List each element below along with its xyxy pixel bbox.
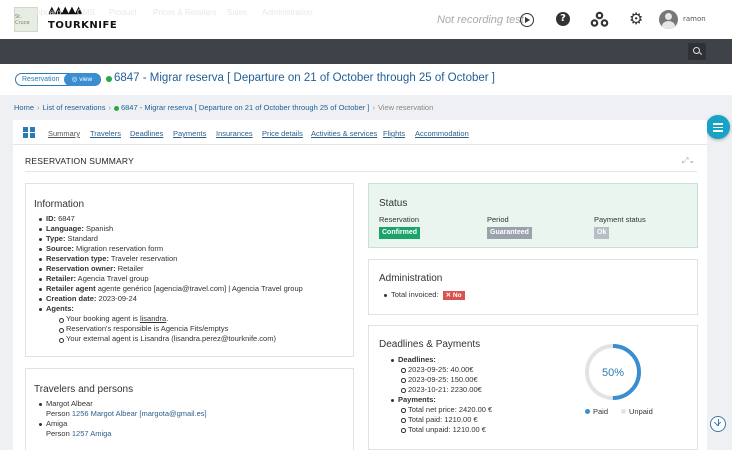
travelers-title: Travelers and persons [34, 384, 134, 395]
search-icon[interactable] [688, 43, 706, 60]
deadlines-label: Deadlines: [391, 355, 436, 364]
administration-title: Administration [379, 273, 443, 284]
booking-agent-link[interactable]: lisandra [140, 314, 166, 323]
info-row-agents: Agents: [39, 304, 303, 314]
main-nav [0, 39, 732, 64]
status-badge-confirmed: Confirmed [379, 227, 420, 239]
info-row-reservation-type: Reservation type: Traveler reservation [39, 254, 303, 264]
information-list: ID: 6847 Language: Spanish Type: Standar… [39, 214, 303, 344]
traveler-name: Margot Albear [39, 399, 93, 408]
status-badge-ok: Ok [594, 227, 610, 239]
information-title: Information [34, 199, 85, 210]
help-icon[interactable]: ? [556, 12, 570, 26]
view-toggle-button[interactable]: ◎ view [64, 73, 100, 86]
breadcrumb-home[interactable]: Home [14, 103, 34, 112]
info-row-reservation-owner: Reservation owner: Retailer [39, 264, 303, 274]
legend-paid-swatch [585, 409, 590, 414]
tab-accommodation[interactable]: Accommodation [415, 129, 469, 138]
donut-percent-label: 50% [602, 367, 624, 379]
reservation-pill-label: Reservation [22, 76, 60, 83]
tab-insurances[interactable]: Insurances [216, 129, 253, 138]
nav-cms[interactable]: CMS [77, 8, 95, 17]
info-row-type: Type: Standard [39, 234, 303, 244]
payment-donut-chart: 50% [585, 344, 641, 400]
reservation-pill: Reservation ◎ view [15, 73, 101, 86]
play-icon[interactable] [520, 13, 534, 27]
traveler-person: Person 1256 Margot Albear [margota@gmail… [46, 409, 207, 418]
tab-flights[interactable]: Flights [383, 129, 405, 138]
breadcrumb-status-dot [113, 105, 119, 111]
username[interactable]: ramon [683, 15, 706, 23]
tab-summary[interactable]: Summary [48, 129, 80, 138]
nav-dashboard[interactable]: Dashboard [22, 8, 61, 17]
status-title: Status [379, 198, 408, 209]
status-dot [106, 76, 112, 82]
menu-icon[interactable] [706, 115, 730, 139]
info-row-id: ID: 6847 [39, 214, 303, 224]
breadcrumb-reservation[interactable]: 6847 - Migrar reserva [ Departure on 21 … [121, 103, 369, 112]
brand-wordmark: TOURKNIFE [48, 20, 118, 31]
administration-panel [368, 259, 698, 315]
info-row-source: Source: Migration reservation form [39, 244, 303, 254]
scroll-down-icon[interactable] [710, 416, 726, 432]
section-title: RESERVATION SUMMARY [25, 156, 134, 166]
traveler-name: Amiga [38, 419, 68, 428]
nav-administration[interactable]: Administration [262, 8, 313, 17]
avatar[interactable] [659, 10, 678, 29]
legend-unpaid-label: Unpaid [629, 407, 653, 416]
gear-icon[interactable]: ⚙ [629, 11, 645, 27]
payment-item: Total paid: 1210.00 € [401, 415, 478, 424]
person-link[interactable]: 1256 Margot Albear [margota@gmail.es] [72, 409, 207, 418]
expand-collapse-icon[interactable]: ⤢⌄ [682, 156, 695, 166]
page-title: 6847 - Migrar reserva [ Departure on 21 … [114, 72, 495, 84]
person-link[interactable]: 1257 Amiga [72, 429, 112, 438]
agent-responsible: Reservation's responsible is Agencia Fit… [46, 324, 303, 334]
tab-activities-services[interactable]: Activities & services [311, 129, 377, 138]
status-badge-guaranteed: Guaranteed [487, 227, 532, 239]
payment-item: Total unpaid: 1210.00 € [401, 425, 486, 434]
tab-payments[interactable]: Payments [173, 129, 206, 138]
breadcrumb-list[interactable]: List of reservations [43, 103, 106, 112]
divider [25, 171, 697, 172]
nav-sales[interactable]: Sales [227, 8, 247, 17]
agent-booking: Your booking agent is lisandra. [46, 314, 303, 324]
deadlines-title: Deadlines & Payments [379, 339, 481, 350]
deadline-item: 2023-09-25: 40.00€ [400, 365, 474, 374]
breadcrumb: Home › List of reservations › 6847 - Migrar … [14, 103, 434, 112]
info-row-retailer-agent: Retailer agent agente genérico [agencia@… [39, 284, 303, 293]
organization-icon[interactable] [590, 11, 609, 28]
deadline-item: 2023-10-21: 2230.00€ [401, 385, 482, 394]
tab-price-details[interactable]: Price details [262, 129, 303, 138]
breadcrumb-current: View reservation [377, 103, 434, 112]
tab-deadlines[interactable]: Deadlines [130, 129, 163, 138]
total-invoiced-row: Total invoiced: ✕ No [384, 290, 465, 300]
grid-icon[interactable] [23, 127, 35, 138]
recording-status: Not recording test [437, 14, 524, 26]
payments-label: Payments: [391, 395, 436, 404]
deadline-item: 2023-09-25: 150.00€ [401, 375, 478, 384]
traveler-person: Person 1257 Amiga [46, 429, 112, 438]
legend-paid-label: Paid [593, 407, 609, 416]
legend-unpaid-swatch [621, 409, 626, 414]
agent-external: Your external agent is Lisandra (lisandr… [46, 334, 303, 344]
invoiced-no-badge: ✕ No [442, 291, 465, 300]
info-row-language: Language: Spanish [39, 224, 303, 234]
nav-product[interactable]: Product [109, 8, 137, 17]
info-row-retailer: Retailer: Agencia Travel group [39, 274, 303, 284]
status-reservation-label: Reservation [379, 215, 420, 224]
info-row-creation-date: Creation date: 2023-09-24 [39, 294, 303, 304]
status-period-label: Period [487, 215, 509, 224]
payment-item: Total net price: 2420.00 € [400, 405, 493, 414]
status-payment-label: Payment status [594, 215, 646, 224]
nav-prices-retailers[interactable]: Prices & Retailers [153, 8, 217, 17]
tab-travelers[interactable]: Travelers [90, 129, 121, 138]
